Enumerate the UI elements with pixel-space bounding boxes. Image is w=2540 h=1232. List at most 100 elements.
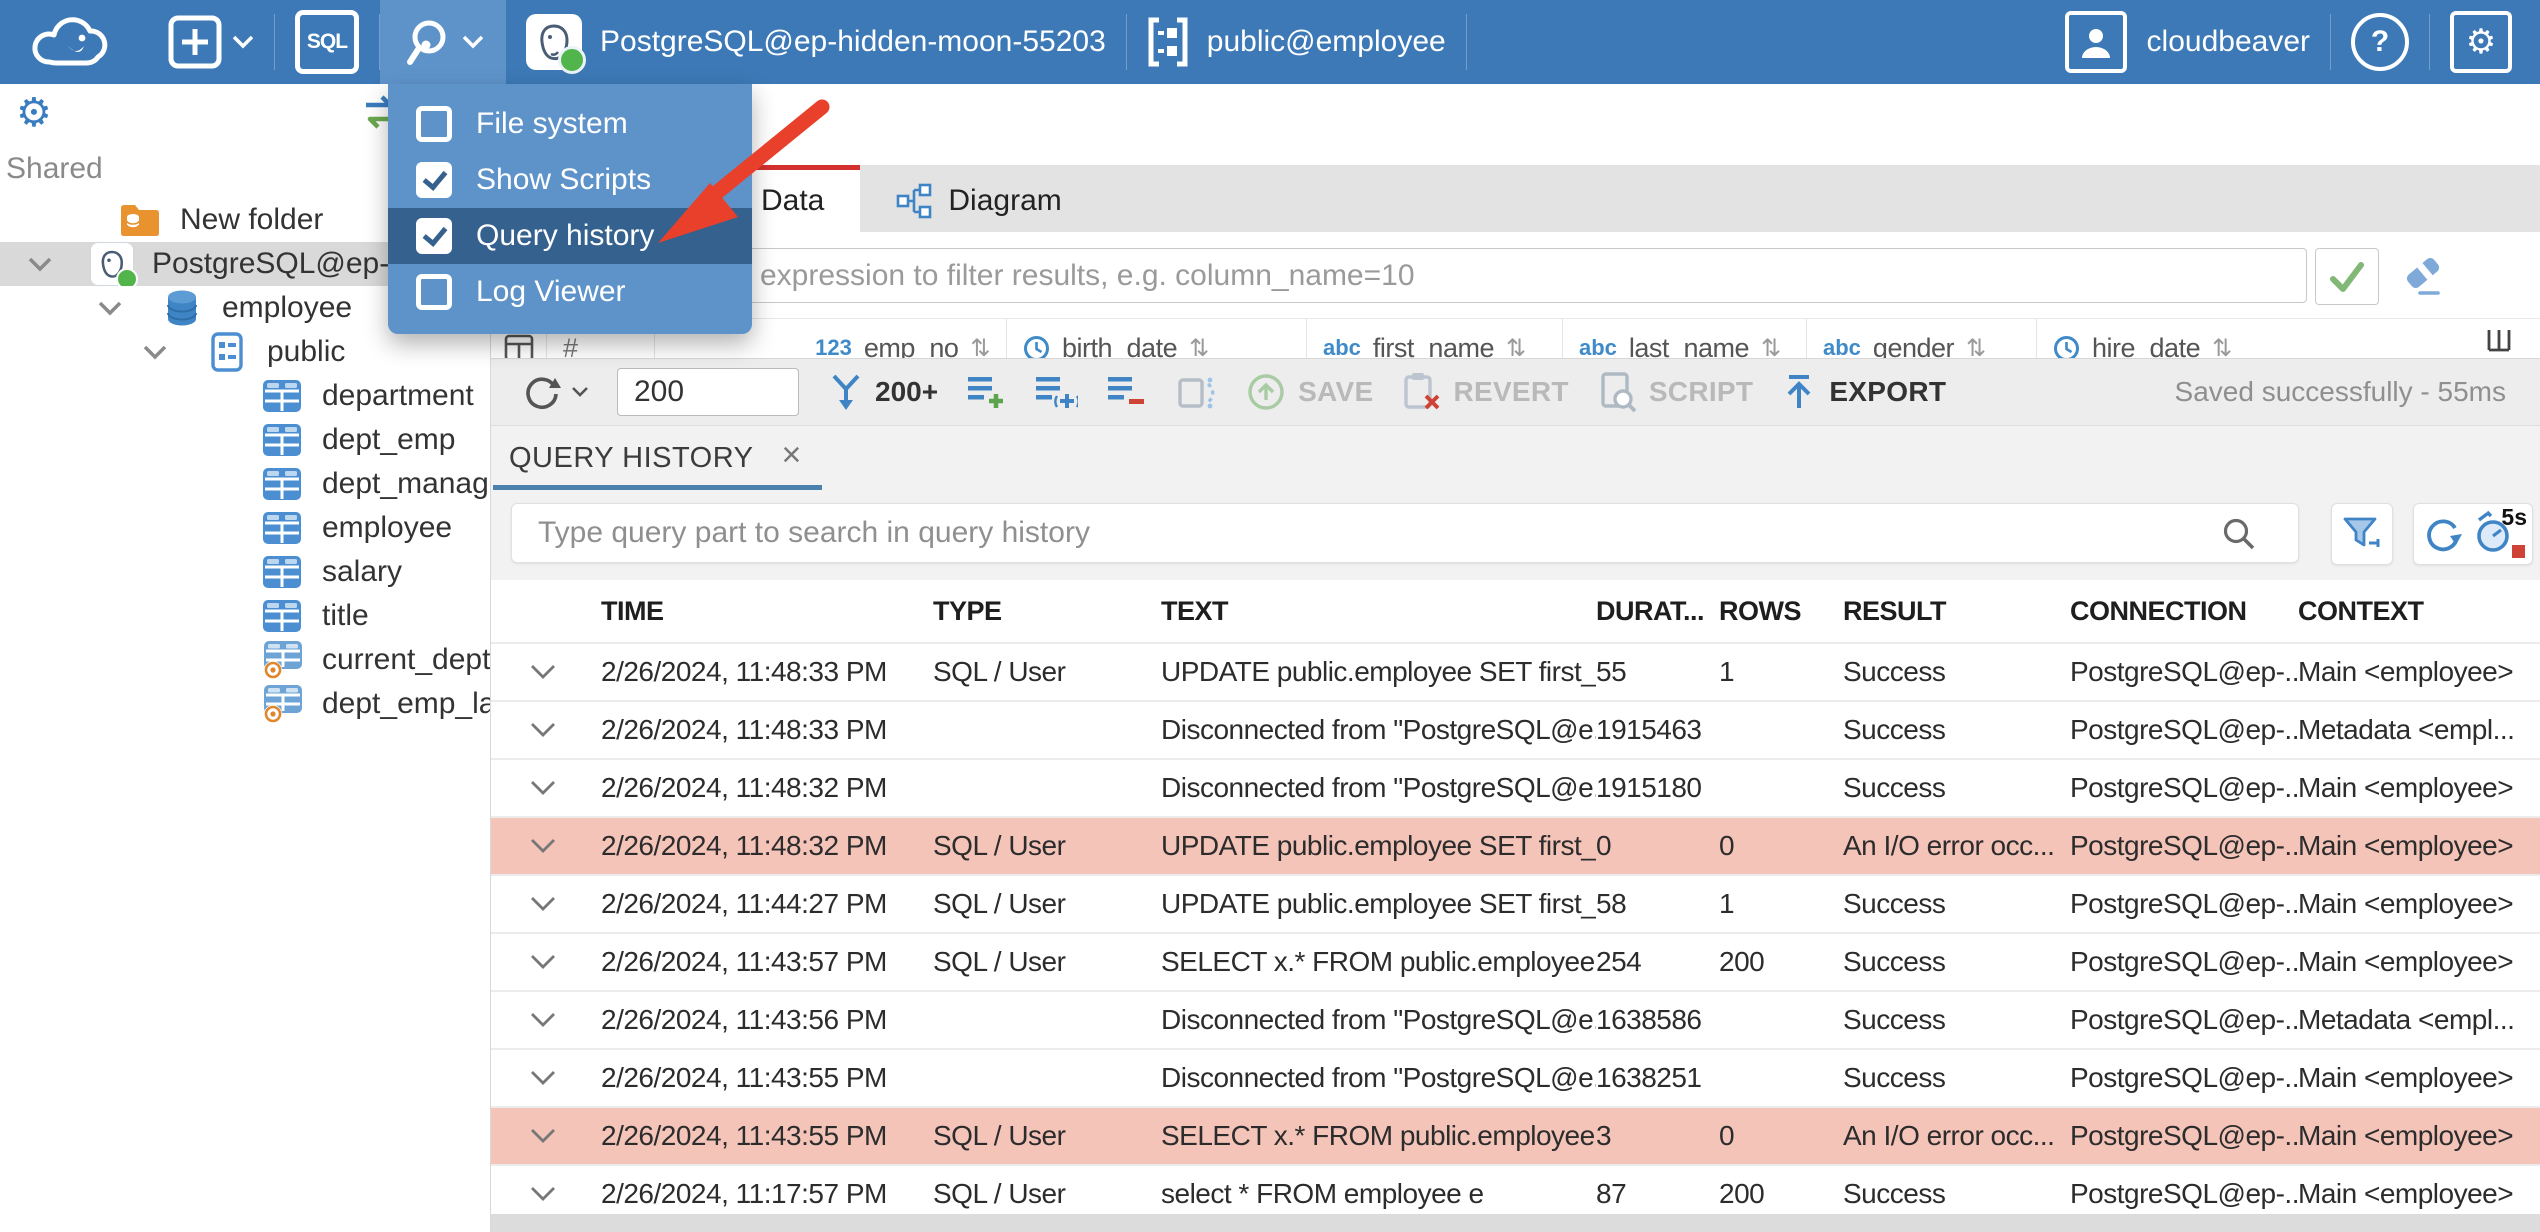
grid-column-header[interactable]: 123 abc hire_date ⇅ — [2037, 319, 2279, 359]
cell-context: Main <employee> — [2298, 1062, 2514, 1093]
editor-tab[interactable]: Diagram — [860, 165, 1097, 232]
history-row[interactable]: 2/26/2024, 11:48:32 PM Disconnected from… — [491, 758, 2540, 816]
col-result[interactable]: RESULT — [1843, 596, 2070, 627]
sort-icon[interactable]: ⇅ — [1761, 334, 1781, 359]
new-connection-button[interactable] — [148, 0, 274, 84]
tree-item[interactable]: dept_manager — [0, 462, 490, 506]
checkbox[interactable] — [416, 106, 452, 142]
check-icon — [2330, 261, 2364, 292]
history-row[interactable]: 2/26/2024, 11:43:57 PM SQL / User SELECT… — [491, 932, 2540, 990]
help-button[interactable]: ? — [2331, 0, 2429, 84]
sort-icon[interactable]: ⇅ — [1506, 334, 1526, 359]
expand-chevron-icon[interactable] — [529, 896, 601, 912]
checkbox[interactable] — [416, 218, 452, 254]
user-menu-button[interactable]: cloudbeaver — [2045, 0, 2330, 84]
expand-chevron-icon[interactable] — [529, 954, 601, 970]
cell-connection: PostgreSQL@ep-... — [2070, 946, 2298, 977]
history-row[interactable]: 2/26/2024, 11:44:27 PM SQL / User UPDATE… — [491, 874, 2540, 932]
cell-text: UPDATE public.employee SET first_... — [1161, 656, 1596, 687]
connection-selector[interactable]: PostgreSQL@ep-hidden-moon-55203 — [506, 0, 1126, 84]
col-time[interactable]: TIME — [601, 596, 933, 627]
expand-chevron-icon[interactable] — [529, 664, 601, 680]
sort-icon[interactable]: ⇅ — [970, 334, 990, 359]
history-refresh-button[interactable]: 5s — [2413, 503, 2533, 565]
tree-item[interactable]: dept_emp_latest_date — [0, 682, 490, 726]
cell-duration: 1638586 — [1596, 1004, 1702, 1035]
tree-item[interactable]: title — [0, 594, 490, 638]
tree-item[interactable]: department — [0, 374, 490, 418]
expand-chevron-icon[interactable] — [529, 1012, 601, 1028]
chevron-down-icon[interactable] — [135, 344, 175, 360]
expand-chevron-icon[interactable] — [529, 1128, 601, 1144]
grid-column-header[interactable]: 123 abc birth_date ⇅ — [1007, 319, 1307, 359]
history-row[interactable]: 2/26/2024, 11:17:57 PM SQL / User select… — [491, 1164, 2540, 1214]
expand-chevron-icon[interactable] — [529, 722, 601, 738]
col-text[interactable]: TEXT — [1161, 596, 1596, 627]
cell-context: Metadata <empl... — [2298, 1004, 2515, 1035]
chevron-down-icon[interactable] — [20, 256, 60, 272]
filter-erase-button[interactable] — [2399, 252, 2447, 300]
auto-refresh-icon[interactable] — [1174, 370, 1218, 414]
horizontal-scrollbar[interactable] — [491, 1214, 2540, 1232]
table-icon — [260, 555, 304, 589]
checkbox[interactable] — [416, 274, 452, 310]
checkbox[interactable] — [416, 162, 452, 198]
tree-item[interactable]: current_dept_emp — [0, 638, 490, 682]
tree-item[interactable]: dept_emp — [0, 418, 490, 462]
expand-chevron-icon[interactable] — [529, 1186, 601, 1202]
chevron-down-icon[interactable] — [90, 300, 130, 316]
revert-button[interactable]: REVERT — [1401, 371, 1569, 413]
tools-menu-item[interactable]: Log Viewer — [388, 264, 752, 320]
connection-name: PostgreSQL@ep-hidden-moon-55203 — [600, 25, 1106, 58]
expand-chevron-icon[interactable] — [529, 1070, 601, 1086]
tools-menu-item[interactable]: Show Scripts — [388, 152, 752, 208]
tree-item[interactable]: public — [0, 330, 490, 374]
history-row[interactable]: 2/26/2024, 11:43:55 PM Disconnected from… — [491, 1048, 2540, 1106]
history-row[interactable]: 2/26/2024, 11:48:33 PM SQL / User UPDATE… — [491, 642, 2540, 700]
auto-refresh-timer[interactable]: 5s — [2473, 504, 2527, 560]
duplicate-row-icon[interactable] — [1034, 372, 1079, 412]
history-row[interactable]: 2/26/2024, 11:43:55 PM SQL / User SELECT… — [491, 1106, 2540, 1164]
sql-editor-button[interactable]: SQL — [275, 0, 379, 84]
schema-selector[interactable]: public@employee — [1127, 0, 1466, 84]
tools-menu-button[interactable] — [380, 0, 506, 84]
result-filter-input[interactable] — [511, 248, 2307, 303]
save-button[interactable]: SAVE — [1246, 372, 1373, 412]
col-connection[interactable]: CONNECTION — [2070, 596, 2298, 627]
grid-column-header[interactable]: 123 abc gender ⇅ — [1807, 319, 2037, 359]
col-rows[interactable]: ROWS — [1719, 596, 1843, 627]
tree-item[interactable]: salary — [0, 550, 490, 594]
history-row[interactable]: 2/26/2024, 11:43:56 PM Disconnected from… — [491, 990, 2540, 1048]
row-limit-input[interactable] — [617, 368, 799, 416]
col-context[interactable]: CONTEXT — [2298, 596, 2540, 627]
grid-column-header[interactable]: 123 abc first_name ⇅ — [1307, 319, 1563, 359]
tools-menu-item[interactable]: Query history — [388, 208, 752, 264]
settings-button[interactable]: ⚙ — [2430, 0, 2540, 84]
query-history-tab[interactable]: QUERY HISTORY × — [491, 426, 824, 491]
expand-chevron-icon[interactable] — [529, 838, 601, 854]
tree-item[interactable]: employee — [0, 506, 490, 550]
sidebar-settings-icon[interactable]: ⚙ — [16, 93, 52, 133]
col-type[interactable]: TYPE — [933, 596, 1161, 627]
grid-column-name: hire_date — [2092, 332, 2201, 360]
col-duration[interactable]: DURAT... — [1596, 596, 1719, 627]
sort-icon[interactable]: ⇅ — [2212, 334, 2232, 359]
sort-icon[interactable]: ⇅ — [1189, 334, 1209, 359]
script-button[interactable]: SCRIPT — [1597, 371, 1753, 413]
sort-icon[interactable]: ⇅ — [1966, 334, 1986, 359]
query-history-search-input[interactable] — [511, 503, 2299, 563]
delete-row-icon[interactable] — [1106, 372, 1146, 412]
history-row[interactable]: 2/26/2024, 11:48:32 PM SQL / User UPDATE… — [491, 816, 2540, 874]
expand-chevron-icon[interactable] — [529, 780, 601, 796]
export-button[interactable]: EXPORT — [1781, 372, 1946, 412]
grid-column-header[interactable]: 123 abc last_name ⇅ — [1563, 319, 1807, 359]
history-row[interactable]: 2/26/2024, 11:48:33 PM Disconnected from… — [491, 700, 2540, 758]
refresh-button[interactable] — [521, 371, 589, 413]
add-row-icon[interactable] — [966, 372, 1006, 412]
tools-menu-item[interactable]: File system — [388, 96, 752, 152]
close-icon[interactable]: × — [782, 438, 802, 472]
fetch-more-button[interactable]: 200+ — [827, 372, 938, 412]
history-filter-button[interactable] — [2331, 503, 2393, 565]
filter-apply-button[interactable] — [2315, 248, 2379, 305]
grid-columns-icon[interactable] — [2484, 328, 2514, 354]
